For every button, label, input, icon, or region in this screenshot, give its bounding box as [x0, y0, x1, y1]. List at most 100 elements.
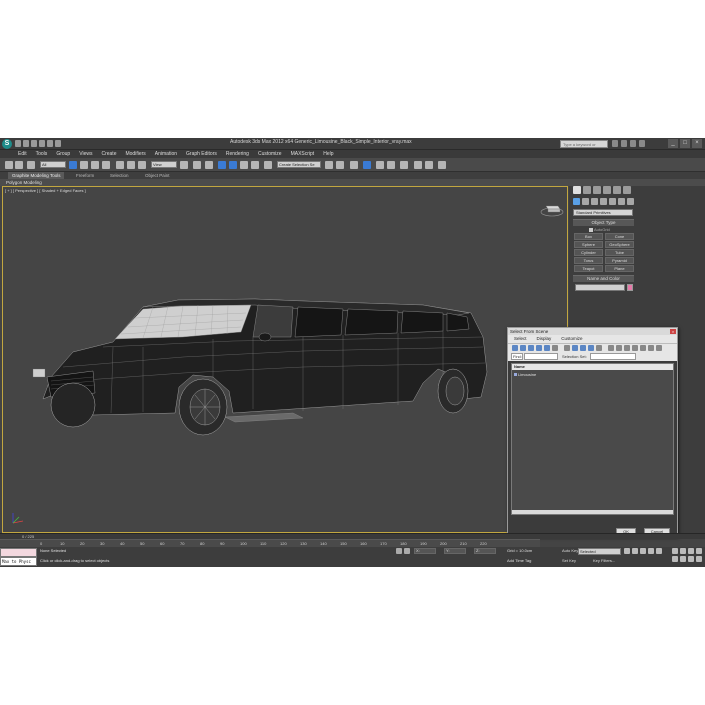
named-selection-dropdown[interactable]: Create Selection Se — [277, 161, 321, 168]
filter-icon[interactable] — [648, 345, 654, 351]
app-logo-icon[interactable]: S — [2, 139, 12, 149]
menu-views[interactable]: Views — [79, 150, 92, 158]
rectangle-selection-icon[interactable] — [91, 161, 99, 169]
menu-animation[interactable]: Animation — [155, 150, 177, 158]
orbit-icon[interactable] — [688, 556, 694, 562]
cylinder-button[interactable]: Cylinder — [574, 249, 603, 256]
dialog-close-button[interactable]: × — [670, 329, 676, 334]
go-to-start-icon[interactable] — [624, 548, 630, 554]
checkbox-icon[interactable] — [589, 227, 593, 232]
menu-help[interactable]: Help — [323, 150, 333, 158]
teapot-button[interactable]: Teapot — [574, 265, 603, 272]
display-shapes-icon[interactable] — [520, 345, 526, 351]
tab-freeform[interactable]: Freeform — [72, 172, 98, 179]
maximize-viewport-icon[interactable] — [696, 556, 702, 562]
schematic-view-icon[interactable] — [387, 161, 395, 169]
pyramid-button[interactable]: Pyramid — [605, 257, 634, 264]
curve-editor-icon[interactable] — [376, 161, 384, 169]
zoom-all-icon[interactable] — [680, 548, 686, 554]
move-icon[interactable] — [116, 161, 124, 169]
shapes-icon[interactable] — [582, 198, 589, 205]
create-tab-icon[interactable] — [573, 186, 581, 194]
display-geometry-icon[interactable] — [512, 345, 518, 351]
angle-snap-icon[interactable] — [229, 161, 237, 169]
maxscript-output[interactable] — [0, 548, 37, 557]
utilities-tab-icon[interactable] — [623, 186, 631, 194]
limousine-model[interactable] — [3, 187, 568, 533]
menu-rendering[interactable]: Rendering — [226, 150, 249, 158]
select-invert-icon[interactable] — [624, 345, 630, 351]
autogrid-checkbox[interactable]: AutoGrid — [589, 227, 610, 232]
pivot-center-icon[interactable] — [180, 161, 188, 169]
sphere-button[interactable]: Sphere — [574, 241, 603, 248]
geometry-icon[interactable] — [573, 198, 580, 205]
absolute-mode-icon[interactable] — [404, 548, 410, 554]
tab-graphite-modeling-tools[interactable]: Graphite Modeling Tools — [8, 172, 65, 179]
display-tab-icon[interactable] — [613, 186, 621, 194]
select-none-icon[interactable] — [616, 345, 622, 351]
lights-icon[interactable] — [591, 198, 598, 205]
zoom-extents-icon[interactable] — [688, 548, 694, 554]
name-column-header[interactable]: Name — [512, 364, 673, 370]
name-and-color-rollout[interactable]: Name and Color — [573, 275, 634, 282]
display-cameras-icon[interactable] — [536, 345, 542, 351]
set-key-button[interactable]: Set Key — [562, 558, 576, 563]
layer-manager-icon[interactable] — [350, 161, 358, 169]
help-search-input[interactable]: Type a keyword or phrase — [560, 140, 608, 154]
horizontal-scrollbar[interactable] — [512, 510, 673, 514]
torus-button[interactable]: Torus — [574, 257, 603, 264]
display-spacewarps-icon[interactable] — [552, 345, 558, 351]
menu-customize[interactable]: Customize — [258, 150, 282, 158]
render-setup-icon[interactable] — [414, 161, 422, 169]
plane-button[interactable]: Plane — [605, 265, 634, 272]
display-helpers-icon[interactable] — [544, 345, 550, 351]
systems-icon[interactable] — [627, 198, 634, 205]
object-name-field[interactable] — [575, 284, 625, 291]
help-icon[interactable] — [639, 140, 645, 147]
menu-group[interactable]: Group — [56, 150, 70, 158]
snaps-toggle-icon[interactable] — [218, 161, 226, 169]
go-to-end-icon[interactable] — [656, 548, 662, 554]
list-item[interactable]: Limousine — [514, 372, 536, 377]
tab-selection[interactable]: Selection — [106, 172, 133, 179]
menu-tools[interactable]: Tools — [36, 150, 48, 158]
open-file-icon[interactable] — [23, 140, 29, 147]
undo-icon[interactable] — [39, 140, 45, 147]
add-time-tag-button[interactable]: Add Time Tag — [507, 558, 531, 563]
primitive-type-dropdown[interactable]: Standard Primitives — [573, 209, 633, 216]
select-by-name-icon[interactable] — [80, 161, 88, 169]
align-icon[interactable] — [336, 161, 344, 169]
redo-icon[interactable] — [47, 140, 53, 147]
new-file-icon[interactable] — [15, 140, 21, 147]
menu-maxscript[interactable]: MAXScript — [291, 150, 315, 158]
close-button[interactable]: × — [692, 139, 702, 148]
percent-snap-icon[interactable] — [240, 161, 248, 169]
object-type-rollout[interactable]: Object Type — [573, 219, 634, 226]
cone-button[interactable]: Cone — [605, 233, 634, 240]
rendered-frame-icon[interactable] — [425, 161, 433, 169]
menu-create[interactable]: Create — [101, 150, 116, 158]
selection-set-dropdown[interactable] — [590, 353, 636, 360]
zoom-extents-all-icon[interactable] — [696, 548, 702, 554]
mirror-icon[interactable] — [325, 161, 333, 169]
window-crossing-icon[interactable] — [102, 161, 110, 169]
display-lights-icon[interactable] — [528, 345, 534, 351]
menu-edit[interactable]: Edit — [18, 150, 27, 158]
field-of-view-icon[interactable] — [672, 556, 678, 562]
next-frame-icon[interactable] — [648, 548, 654, 554]
display-xrefs-icon[interactable] — [572, 345, 578, 351]
maxscript-listener[interactable]: Max to Physc — [0, 548, 37, 566]
render-production-icon[interactable] — [438, 161, 446, 169]
dependencies-icon[interactable] — [640, 345, 646, 351]
scale-icon[interactable] — [138, 161, 146, 169]
dialog-menu-display[interactable]: Display — [537, 335, 552, 343]
pan-icon[interactable] — [680, 556, 686, 562]
z-coordinate-field[interactable]: Z: — [474, 548, 496, 554]
display-groups-icon[interactable] — [564, 345, 570, 351]
maximize-button[interactable]: □ — [680, 139, 690, 148]
select-object-icon[interactable] — [69, 161, 77, 169]
keyboard-shortcut-icon[interactable] — [205, 161, 213, 169]
display-bones-icon[interactable] — [580, 345, 586, 351]
modify-tab-icon[interactable] — [583, 186, 591, 194]
cameras-icon[interactable] — [600, 198, 607, 205]
